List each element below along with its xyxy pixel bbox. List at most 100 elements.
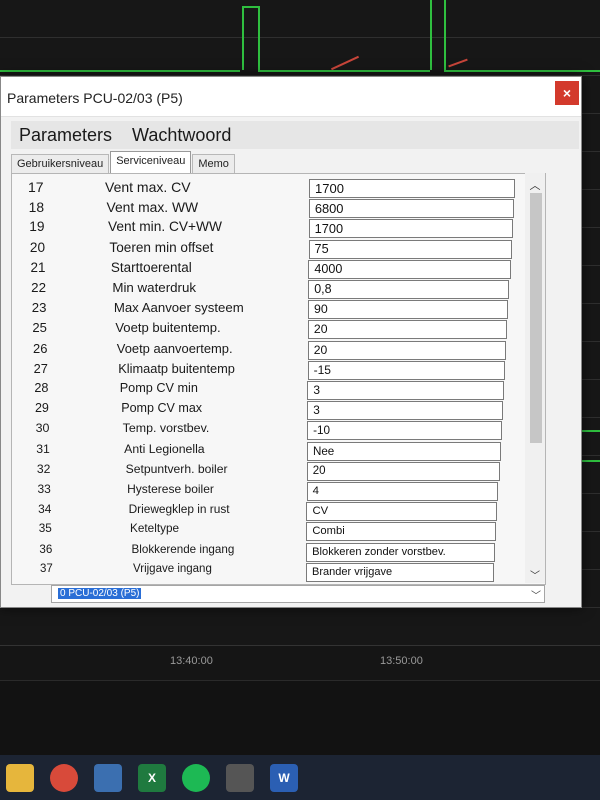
parameter-number: 36 [39, 542, 53, 556]
green-trace [242, 6, 244, 70]
scroll-down-icon[interactable]: ﹀ [525, 567, 545, 582]
close-button[interactable]: × [555, 81, 579, 105]
parameter-row: 21 Starttoerental 4000 [12, 259, 532, 280]
parameter-label: Min waterdruk [112, 280, 197, 295]
parameter-value-field[interactable]: Nee [306, 441, 501, 461]
parameter-number: 21 [30, 259, 46, 275]
time-axis [0, 645, 600, 680]
parameter-number: 25 [32, 320, 47, 336]
green-trace [582, 460, 600, 462]
parameter-label: Starttoerental [110, 259, 192, 275]
parameter-number: 23 [31, 300, 47, 316]
parameter-value-field[interactable]: Brander vrijgave [306, 562, 494, 582]
parameter-label: Setpuntverh. boiler [125, 461, 228, 476]
chrome-icon[interactable] [50, 763, 78, 792]
parameter-number: 18 [28, 199, 45, 216]
word-icon[interactable]: W [270, 763, 298, 792]
parameter-value-field[interactable]: 90 [308, 300, 509, 320]
app-icon[interactable] [226, 763, 254, 792]
parameter-label: Max Aanvoer systeem [113, 300, 244, 316]
vertical-scrollbar[interactable]: ︿ ﹀ [525, 173, 545, 583]
parameter-value-field[interactable]: 20 [307, 340, 507, 360]
parameter-row: 35 Keteltype Combi [12, 522, 532, 542]
parameter-value-field[interactable]: 3 [307, 381, 504, 400]
parameter-value-field[interactable]: Combi [306, 522, 497, 542]
parameter-value-field[interactable]: -10 [307, 421, 502, 441]
spotify-icon[interactable] [182, 763, 210, 792]
device-select-value: 0 PCU-02/03 (P5) [58, 588, 142, 599]
parameter-value-field[interactable]: 4000 [308, 259, 511, 279]
parameter-row: 17 Vent max. CV 1700 [12, 179, 532, 199]
calculator-icon[interactable] [94, 763, 122, 792]
time-label: 13:40:00 [170, 655, 213, 667]
window-title: Parameters PCU-02/03 (P5) [7, 90, 183, 106]
time-label: 13:50:00 [380, 655, 423, 667]
parameter-number: 17 [28, 179, 44, 195]
parameter-number: 34 [38, 502, 52, 517]
parameter-number: 19 [29, 219, 45, 235]
parameter-value-field[interactable]: 0,8 [308, 280, 510, 299]
parameter-row: 22 Min waterdruk 0,8 [12, 280, 532, 300]
bottom-panel [0, 680, 600, 755]
parameter-value-field[interactable]: -15 [307, 360, 506, 380]
parameter-value-field[interactable]: 75 [308, 239, 512, 259]
parameter-label: Keteltype [130, 522, 180, 536]
parameter-label: Temp. vorstbev. [122, 421, 210, 436]
parameter-row: 29 Pomp CV max 3 [12, 401, 532, 421]
green-trace [258, 6, 260, 70]
title-bar[interactable]: Parameters PCU-02/03 (P5) × [1, 77, 581, 117]
parameter-label: Hysterese boiler [127, 482, 214, 496]
parameter-number: 29 [34, 401, 49, 416]
parameter-label: Pomp CV max [121, 401, 203, 416]
parameter-number: 28 [34, 381, 49, 395]
tab-serviceniveau[interactable]: Serviceniveau [110, 151, 192, 173]
parameter-row: 20 Toeren min offset 75 [12, 239, 532, 260]
tab-gebruikersniveau[interactable]: Gebruikersniveau [11, 154, 110, 173]
parameter-row: 34 Driewegklep in rust CV [12, 502, 532, 522]
parameter-label: Voetp aanvoertemp. [116, 340, 233, 356]
parameter-value-field[interactable]: 1700 [308, 219, 513, 239]
parameter-number: 22 [31, 280, 46, 295]
parameter-label: Voetp buitentemp. [115, 320, 221, 336]
parameter-value-field[interactable]: Blokkeren zonder vorstbev. [306, 542, 496, 562]
menu-wachtwoord[interactable]: Wachtwoord [132, 125, 231, 146]
parameter-number: 30 [35, 421, 50, 436]
parameter-value-field[interactable]: 1700 [309, 179, 515, 198]
file-explorer-icon[interactable] [6, 763, 34, 792]
menu-parameters[interactable]: Parameters [19, 125, 112, 146]
green-trace [444, 70, 600, 72]
parameter-value-field[interactable]: CV [306, 502, 498, 522]
close-icon: × [562, 85, 572, 101]
parameter-value-field[interactable]: 20 [307, 320, 508, 340]
device-select[interactable]: 0 PCU-02/03 (P5) ﹀ [51, 585, 545, 603]
green-trace [0, 70, 240, 72]
parameter-number: 26 [33, 340, 48, 356]
excel-icon[interactable]: X [138, 763, 166, 792]
parameter-row: 37 Vrijgave ingang Brander vrijgave [12, 562, 532, 583]
parameter-value-field[interactable]: 3 [307, 401, 503, 421]
parameter-row: 32 Setpuntverh. boiler 20 [12, 461, 532, 482]
parameter-label: Blokkerende ingang [131, 542, 235, 556]
parameter-row: 19 Vent min. CV+WW 1700 [12, 219, 532, 239]
parameter-label: Anti Legionella [124, 441, 205, 456]
parameter-number: 32 [36, 461, 51, 476]
tab-memo[interactable]: Memo [192, 154, 235, 173]
parameter-value-field[interactable]: 6800 [308, 199, 514, 219]
parameter-row: 25 Voetp buitentemp. 20 [12, 320, 532, 340]
green-trace [444, 0, 446, 70]
parameter-value-field[interactable]: 4 [306, 482, 499, 501]
parameter-label: Pomp CV min [119, 381, 198, 395]
green-trace [582, 430, 600, 432]
parameters-dialog: Parameters PCU-02/03 (P5) × Parameters W… [0, 76, 582, 608]
parameter-row: 26 Voetp aanvoertemp. 20 [12, 340, 532, 361]
parameter-row: 36 Blokkerende ingang Blokkeren zonder vor… [12, 542, 532, 563]
parameter-label: Vent min. CV+WW [107, 219, 222, 235]
parameter-row: 30 Temp. vorstbev. -10 [12, 421, 532, 441]
parameter-number: 35 [38, 522, 52, 536]
scroll-thumb[interactable] [530, 193, 542, 443]
parameter-value-field[interactable]: 20 [306, 461, 500, 481]
chevron-down-icon[interactable]: ﹀ [531, 587, 541, 602]
tab-strip: Gebruikersniveau Serviceniveau Memo [11, 151, 236, 173]
parameter-label: Klimaatp buitentemp [118, 360, 235, 376]
scroll-up-icon[interactable]: ︿ [525, 177, 545, 192]
